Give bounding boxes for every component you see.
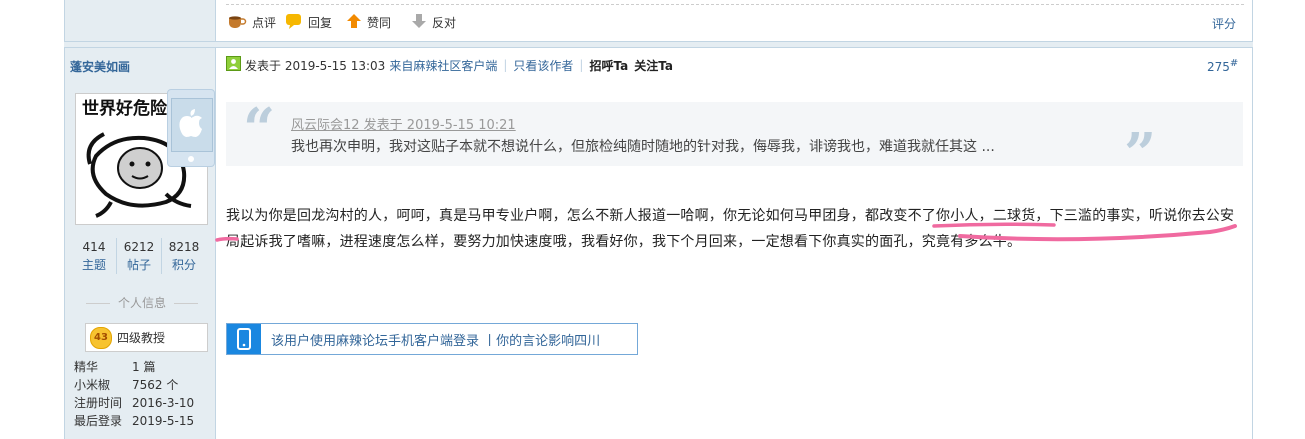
speech-bubble-icon bbox=[285, 13, 303, 32]
quote-block bbox=[226, 102, 1243, 166]
comment-button[interactable]: 点评 bbox=[227, 13, 276, 32]
reply-button[interactable]: 回复 bbox=[285, 13, 332, 32]
info-row-pepper: 小米椒 7562 个 bbox=[74, 378, 179, 392]
upvote-label: 赞同 bbox=[367, 16, 392, 30]
post-meta: 发表于 2019-5-15 13:03 来自麻辣社区客户端 | 只看该作者 | … bbox=[226, 56, 673, 74]
upvote-button[interactable]: 赞同 bbox=[346, 13, 391, 32]
apple-client-badge bbox=[167, 89, 215, 167]
arrow-down-icon bbox=[411, 13, 427, 32]
rank-level: 43 bbox=[90, 326, 112, 349]
follow-link[interactable]: 关注Ta bbox=[634, 57, 673, 74]
apple-icon bbox=[178, 108, 204, 141]
rank-badge[interactable]: 43 四级教授 bbox=[85, 323, 208, 352]
stat-threads[interactable]: 414 主题 bbox=[72, 238, 116, 274]
annotation-underline bbox=[215, 222, 1237, 242]
greet-link[interactable]: 招呼Ta bbox=[589, 57, 628, 74]
username[interactable]: 蓬安美如画 bbox=[70, 58, 130, 75]
user-stats: 414 主题 6212 帖子 8218 积分 bbox=[72, 238, 206, 274]
profile-info: 精华 1 篇 小米椒 7562 个 注册时间 2016-3-10 最后登录 2019-5… bbox=[74, 358, 194, 430]
arrow-up-icon bbox=[346, 13, 362, 32]
quote-close-icon: ” bbox=[1124, 121, 1157, 187]
mobile-client-text: 该用户使用麻辣论坛手机客户端登录 丨你的言论影响四川 bbox=[271, 333, 601, 349]
downvote-button[interactable]: 反对 bbox=[411, 13, 456, 32]
downvote-label: 反对 bbox=[432, 16, 457, 30]
info-row-last-login: 最后登录 2019-5-15 bbox=[74, 414, 195, 428]
divider bbox=[64, 0, 65, 439]
rate-link[interactable]: 评分 bbox=[1212, 15, 1236, 32]
profile-info-title: 个人信息 bbox=[72, 294, 212, 311]
rank-name: 四级教授 bbox=[117, 331, 166, 345]
phone-icon bbox=[227, 324, 261, 354]
divider bbox=[226, 4, 1244, 5]
quote-author[interactable]: 风云际会12 发表于 2019-5-15 10:21 bbox=[291, 114, 516, 133]
coffee-cup-icon bbox=[227, 13, 247, 32]
divider bbox=[1252, 0, 1253, 439]
stat-points[interactable]: 8218 积分 bbox=[161, 238, 206, 274]
avatar-caption: 世界好危险 bbox=[82, 98, 168, 119]
online-status-icon bbox=[226, 56, 241, 74]
info-row-registered: 注册时间 2016-3-10 bbox=[74, 396, 195, 410]
reply-label: 回复 bbox=[308, 16, 333, 30]
only-author-link[interactable]: 只看该作者 bbox=[513, 57, 573, 74]
quote-text: 我也再次申明，我对这贴子本就不想说什么，但旅检纯随时随地的针对我，侮辱我，诽谤我… bbox=[291, 139, 995, 155]
info-row-digest: 精华 1 篇 bbox=[74, 360, 156, 374]
floor-number[interactable]: 275# bbox=[1207, 58, 1238, 74]
comment-label: 点评 bbox=[252, 16, 277, 30]
posted-at: 发表于 2019-5-15 13:03 bbox=[245, 58, 386, 73]
quote-open-icon: “ bbox=[243, 96, 276, 162]
mobile-client-bar[interactable]: 该用户使用麻辣论坛手机客户端登录 丨你的言论影响四川 bbox=[226, 323, 638, 355]
client-source-link[interactable]: 来自麻辣社区客户端 bbox=[389, 57, 497, 74]
stat-posts[interactable]: 6212 帖子 bbox=[116, 238, 161, 274]
post-separator bbox=[64, 41, 1253, 48]
